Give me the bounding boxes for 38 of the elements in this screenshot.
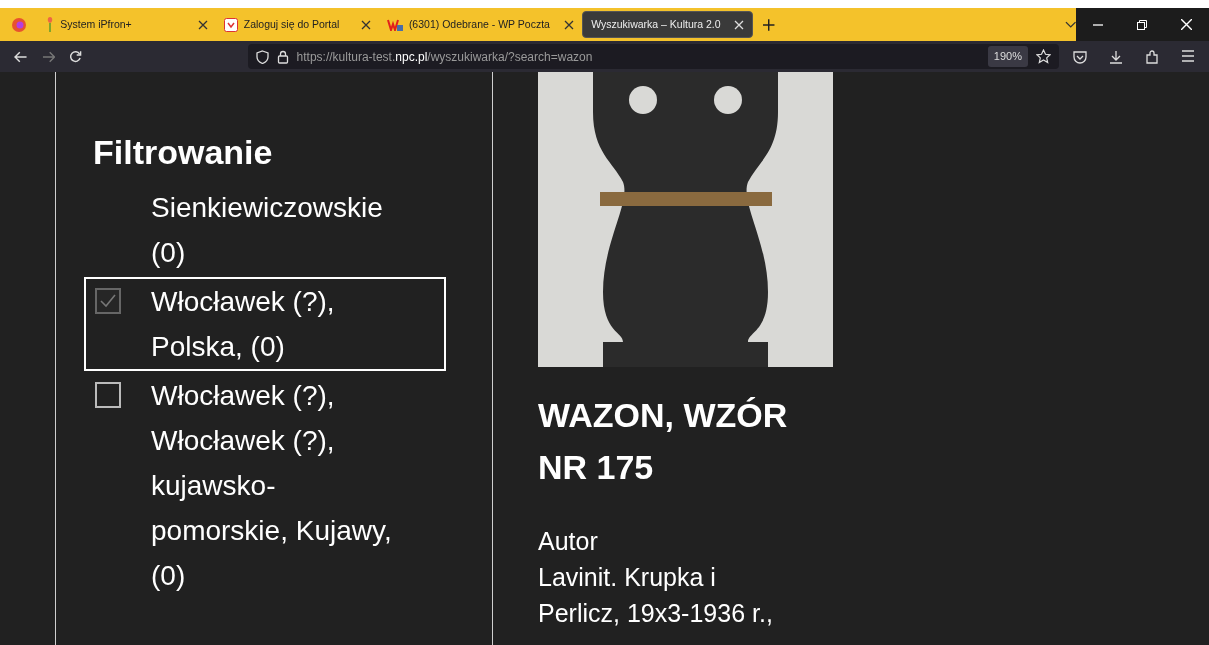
close-icon[interactable] xyxy=(197,19,208,30)
close-icon[interactable] xyxy=(564,19,575,30)
restore-icon[interactable] xyxy=(1137,19,1147,30)
filter-label: Włocławek (?), Polska, (0) xyxy=(151,284,336,364)
browser-logo-icon[interactable] xyxy=(11,16,28,33)
back-icon[interactable] xyxy=(14,50,28,63)
forward-icon xyxy=(41,50,56,63)
field-value: Lavinit. Krupka i Perlicz, 19x3-1936 r., xyxy=(538,562,774,629)
object-title: WAZON, WZÓR NR 175 xyxy=(538,395,789,488)
browser-tab[interactable]: System iPfron+ xyxy=(38,11,216,38)
filter-option[interactable]: Włocławek (?), Polska, (0) xyxy=(84,276,446,371)
filter-heading: Filtrowanie xyxy=(93,132,274,173)
check-icon xyxy=(100,293,116,308)
url-text: https://kultura-test.npc.pl/wyszukiwarka/?search=wazon xyxy=(296,48,593,66)
tab-favicon-icon xyxy=(223,17,238,32)
tab-favicon-icon xyxy=(46,17,55,32)
field-label: Autor xyxy=(538,526,599,557)
browser-tab[interactable]: (6301) Odebrane - WP Poczta xyxy=(378,11,583,38)
close-icon[interactable] xyxy=(360,19,371,30)
address-bar[interactable]: https://kultura-test.npc.pl/wyszukiwarka/?search=wazon 190% xyxy=(247,44,1059,69)
reload-icon[interactable] xyxy=(69,50,82,63)
tab-favicon-icon xyxy=(386,18,403,31)
lock-icon xyxy=(276,49,289,64)
bookmark-star-icon[interactable] xyxy=(1036,49,1051,64)
browser-tab[interactable]: Zaloguj się do Portal xyxy=(215,11,379,38)
new-tab-icon[interactable] xyxy=(763,18,775,31)
chevron-down-icon[interactable] xyxy=(1064,20,1076,29)
pocket-icon[interactable] xyxy=(1073,49,1087,64)
filter-label: Sienkiewiczowskie (0) xyxy=(151,190,384,270)
checkbox[interactable] xyxy=(95,287,121,314)
checkbox[interactable] xyxy=(95,381,121,408)
download-icon[interactable] xyxy=(1109,49,1123,64)
filter-label: Włocławek (?), Włocławek (?), kujawsko-pomorskie, Kujawy, (0) xyxy=(151,378,393,593)
browser-tab[interactable]: Wyszukiwarka – Kultura 2.0 xyxy=(582,11,754,38)
zoom-level-button[interactable]: 190% xyxy=(987,46,1028,67)
menu-icon[interactable] xyxy=(1181,49,1195,62)
puzzle-icon[interactable] xyxy=(1145,49,1159,64)
shield-icon xyxy=(255,49,269,64)
